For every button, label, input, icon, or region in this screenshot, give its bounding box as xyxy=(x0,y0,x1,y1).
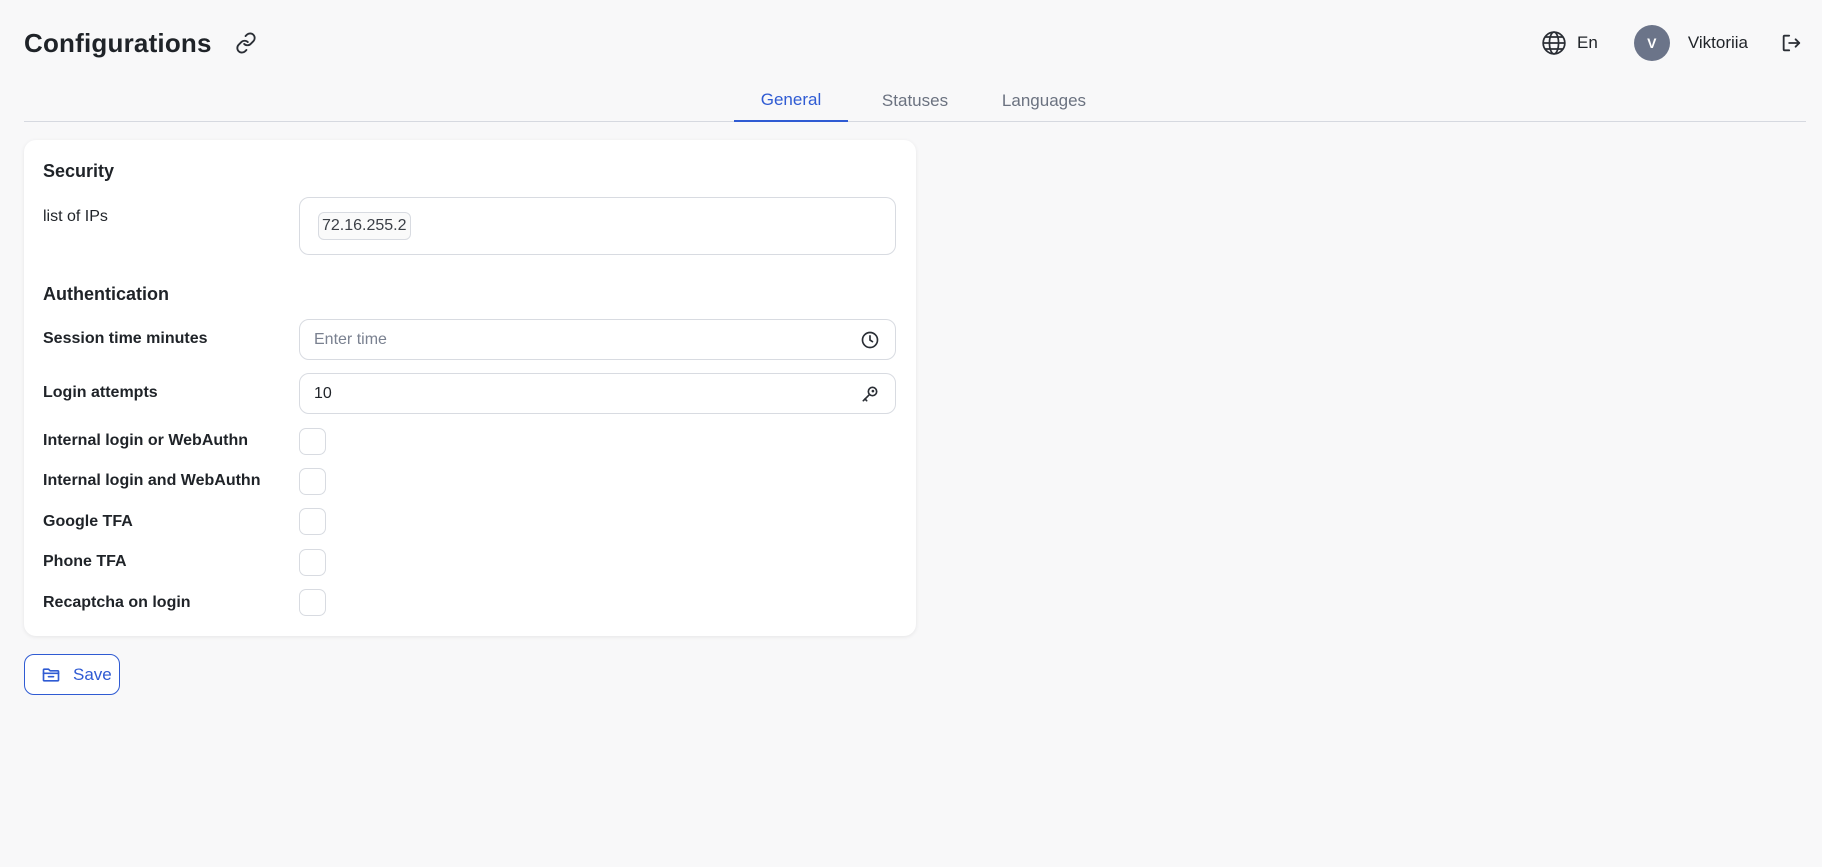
tab-languages[interactable]: Languages xyxy=(982,80,1106,122)
folder-icon xyxy=(42,667,60,682)
checkbox-phone-tfa[interactable] xyxy=(299,549,326,576)
login-attempts-label: Login attempts xyxy=(43,384,158,401)
ip-tag[interactable]: 72.16.255.2 xyxy=(318,212,411,240)
checkbox-label-google-tfa: Google TFA xyxy=(43,513,133,530)
settings-card: Security list of IPs 72.16.255.2 Authent… xyxy=(24,140,916,636)
checkbox-label-internal-and-webauthn: Internal login and WebAuthn xyxy=(43,472,261,489)
session-time-label: Session time minutes xyxy=(43,330,208,347)
tab-bar: General Statuses Languages xyxy=(24,80,1806,122)
tab-statuses[interactable]: Statuses xyxy=(858,80,972,122)
logout-icon xyxy=(1782,34,1801,52)
session-time-field[interactable] xyxy=(299,319,896,360)
checkbox-internal-and-webauthn[interactable] xyxy=(299,468,326,495)
checkbox-google-tfa[interactable] xyxy=(299,508,326,535)
language-switcher[interactable]: En xyxy=(1541,30,1598,56)
link-icon xyxy=(236,32,256,54)
key-icon xyxy=(859,383,881,405)
page-title: Configurations xyxy=(24,27,212,58)
page-header: Configurations En V Viktoriia xyxy=(24,22,1804,64)
globe-icon xyxy=(1542,31,1566,55)
authentication-section-title: Authentication xyxy=(43,284,169,304)
checkbox-label-internal-or-webauthn: Internal login or WebAuthn xyxy=(43,432,249,449)
user-menu[interactable]: V Viktoriia xyxy=(1633,25,1748,61)
checkbox-label-phone-tfa: Phone TFA xyxy=(43,553,127,570)
ips-tag-input[interactable]: 72.16.255.2 xyxy=(299,197,896,255)
clock-icon xyxy=(859,329,881,351)
logout-button[interactable] xyxy=(1778,30,1804,56)
checkbox-recaptcha[interactable] xyxy=(299,589,326,616)
security-section-title: Security xyxy=(43,161,115,181)
language-label: En xyxy=(1577,33,1598,52)
tab-general[interactable]: General xyxy=(734,80,848,122)
avatar: V xyxy=(1633,25,1670,61)
save-button[interactable]: Save xyxy=(24,654,120,695)
login-attempts-field[interactable] xyxy=(299,373,896,414)
session-time-input[interactable] xyxy=(314,330,859,349)
save-button-label: Save xyxy=(73,664,112,684)
header-actions: En V Viktoriia xyxy=(1541,22,1804,64)
copy-link-button[interactable] xyxy=(232,29,260,57)
ips-label: list of IPs xyxy=(43,208,108,225)
login-attempts-input[interactable] xyxy=(314,384,859,403)
checkbox-label-recaptcha: Recaptcha on login xyxy=(43,594,191,611)
user-name: Viktoriia xyxy=(1687,33,1748,52)
checkbox-internal-or-webauthn[interactable] xyxy=(299,428,326,455)
